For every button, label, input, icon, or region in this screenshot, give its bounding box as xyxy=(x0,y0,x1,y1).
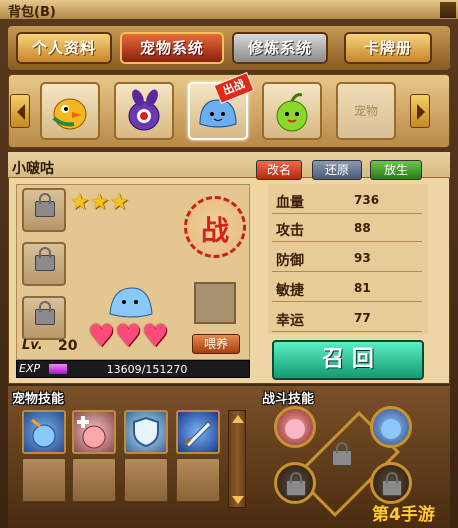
pet-skills-header: 宠物技能 xyxy=(12,392,65,407)
stat-value: 736 xyxy=(354,193,380,207)
exp-text: 13609/151270 xyxy=(106,363,188,376)
battle-seal-text: 战 xyxy=(200,214,229,247)
heart-icon: ♥ xyxy=(114,319,142,354)
heart-icon: ♥ xyxy=(141,319,169,354)
stat-label: 敏捷 xyxy=(276,283,304,299)
pet-skill-slot-8[interactable] xyxy=(176,458,220,502)
locked-slot-1 xyxy=(22,188,66,232)
empty-slot-label: 宠物 xyxy=(353,104,378,118)
stat-value: 93 xyxy=(354,251,371,265)
affection-hearts: ♥♥♥ xyxy=(88,322,169,352)
stat-row-hp: 血量 736 xyxy=(272,190,422,214)
battle-skill-2[interactable] xyxy=(370,406,412,448)
stat-label: 幸运 xyxy=(276,313,304,329)
blue-slime-skill-icon xyxy=(31,418,56,448)
stat-label: 攻击 xyxy=(276,223,304,239)
exp-label: EXP xyxy=(19,362,41,375)
stat-row-defense: 防御 93 xyxy=(272,248,422,272)
padlock-icon xyxy=(35,247,55,271)
battle-skill-4[interactable] xyxy=(370,462,412,504)
pet-skill-3[interactable] xyxy=(124,410,168,454)
pet-slot-empty[interactable]: 宠物 xyxy=(336,82,396,140)
star-icon: ★ xyxy=(89,190,110,215)
pet-skill-1[interactable] xyxy=(22,410,66,454)
stat-label: 血量 xyxy=(276,195,304,211)
heal-skill-icon xyxy=(77,416,106,449)
pet-name: 小啵咕 xyxy=(12,161,54,177)
pet-skill-slot-6[interactable] xyxy=(72,458,116,502)
arrow-right-icon xyxy=(417,104,425,120)
stat-value: 81 xyxy=(354,281,371,295)
locked-slot-3 xyxy=(22,296,66,340)
purple-eye-pet-icon xyxy=(128,89,160,131)
locked-slot-2 xyxy=(22,242,66,286)
pink-pet-skill-icon xyxy=(285,419,305,439)
battle-skill-3[interactable] xyxy=(274,462,316,504)
rename-button[interactable]: 改名 xyxy=(256,160,302,180)
padlock-icon xyxy=(382,472,402,496)
green-apple-pet-icon xyxy=(276,93,308,132)
release-button[interactable]: 放生 xyxy=(370,160,422,180)
prev-pet-button[interactable] xyxy=(10,94,30,128)
shield-skill-icon xyxy=(133,416,159,448)
tab-cultivation[interactable]: 修炼系统 xyxy=(232,32,328,64)
star-rating: ★★★ xyxy=(70,190,129,215)
pet-portrait xyxy=(109,287,153,318)
battle-skill-1[interactable] xyxy=(274,406,316,448)
skills-scrollbar[interactable] xyxy=(228,410,246,508)
exp-bar: EXP 13609/151270 xyxy=(16,360,250,378)
yellow-bird-pet-icon xyxy=(52,98,87,130)
pet-slot-2[interactable] xyxy=(114,82,174,140)
arrow-left-icon xyxy=(17,104,25,120)
star-icon: ★ xyxy=(109,190,130,215)
next-pet-button[interactable] xyxy=(410,94,430,128)
star-icon: ★ xyxy=(70,190,90,215)
sword-skill-icon xyxy=(183,421,212,448)
tab-profile[interactable]: 个人资料 xyxy=(16,32,112,64)
padlock-icon xyxy=(35,193,55,217)
pet-skill-slot-7[interactable] xyxy=(124,458,168,502)
padlock-icon xyxy=(286,472,306,496)
tab-card-album[interactable]: 卡牌册 xyxy=(344,32,432,64)
stat-row-agility: 敏捷 81 xyxy=(272,278,422,302)
pet-skill-4[interactable] xyxy=(176,410,220,454)
window-title: 背包(B) xyxy=(8,5,56,20)
feed-button[interactable]: 喂养 xyxy=(192,334,240,354)
heart-icon: ♥ xyxy=(88,319,115,354)
blue-pet-skill-icon xyxy=(381,419,401,439)
stat-row-attack: 攻击 88 xyxy=(272,218,422,242)
scroll-up-icon xyxy=(232,415,244,423)
scroll-down-icon xyxy=(232,496,244,504)
tab-pet-system[interactable]: 宠物系统 xyxy=(120,32,224,64)
watermark: 第4手游 xyxy=(372,505,435,525)
pet-slot-1[interactable] xyxy=(40,82,100,140)
level-value: 20 xyxy=(58,338,78,354)
level-label: Lv. xyxy=(22,338,43,353)
title-bar xyxy=(0,0,458,20)
recall-button[interactable]: 召 回 xyxy=(272,340,424,380)
pet-skill-slot-5[interactable] xyxy=(22,458,66,502)
stat-value: 88 xyxy=(354,221,371,235)
stat-row-luck: 幸运 77 xyxy=(272,308,422,332)
stat-value: 77 xyxy=(354,311,371,325)
chain-lock xyxy=(326,440,356,470)
padlock-icon xyxy=(332,442,352,466)
padlock-icon xyxy=(35,301,55,325)
restore-button[interactable]: 还原 xyxy=(312,160,362,180)
pet-skill-2[interactable] xyxy=(72,410,116,454)
battle-skills-header: 战斗技能 xyxy=(262,392,315,407)
window-corner xyxy=(440,2,456,18)
equipment-slot[interactable] xyxy=(194,282,236,324)
stat-label: 防御 xyxy=(276,253,304,269)
pet-slot-4[interactable] xyxy=(262,82,322,140)
battle-seal: 战 xyxy=(184,196,246,258)
